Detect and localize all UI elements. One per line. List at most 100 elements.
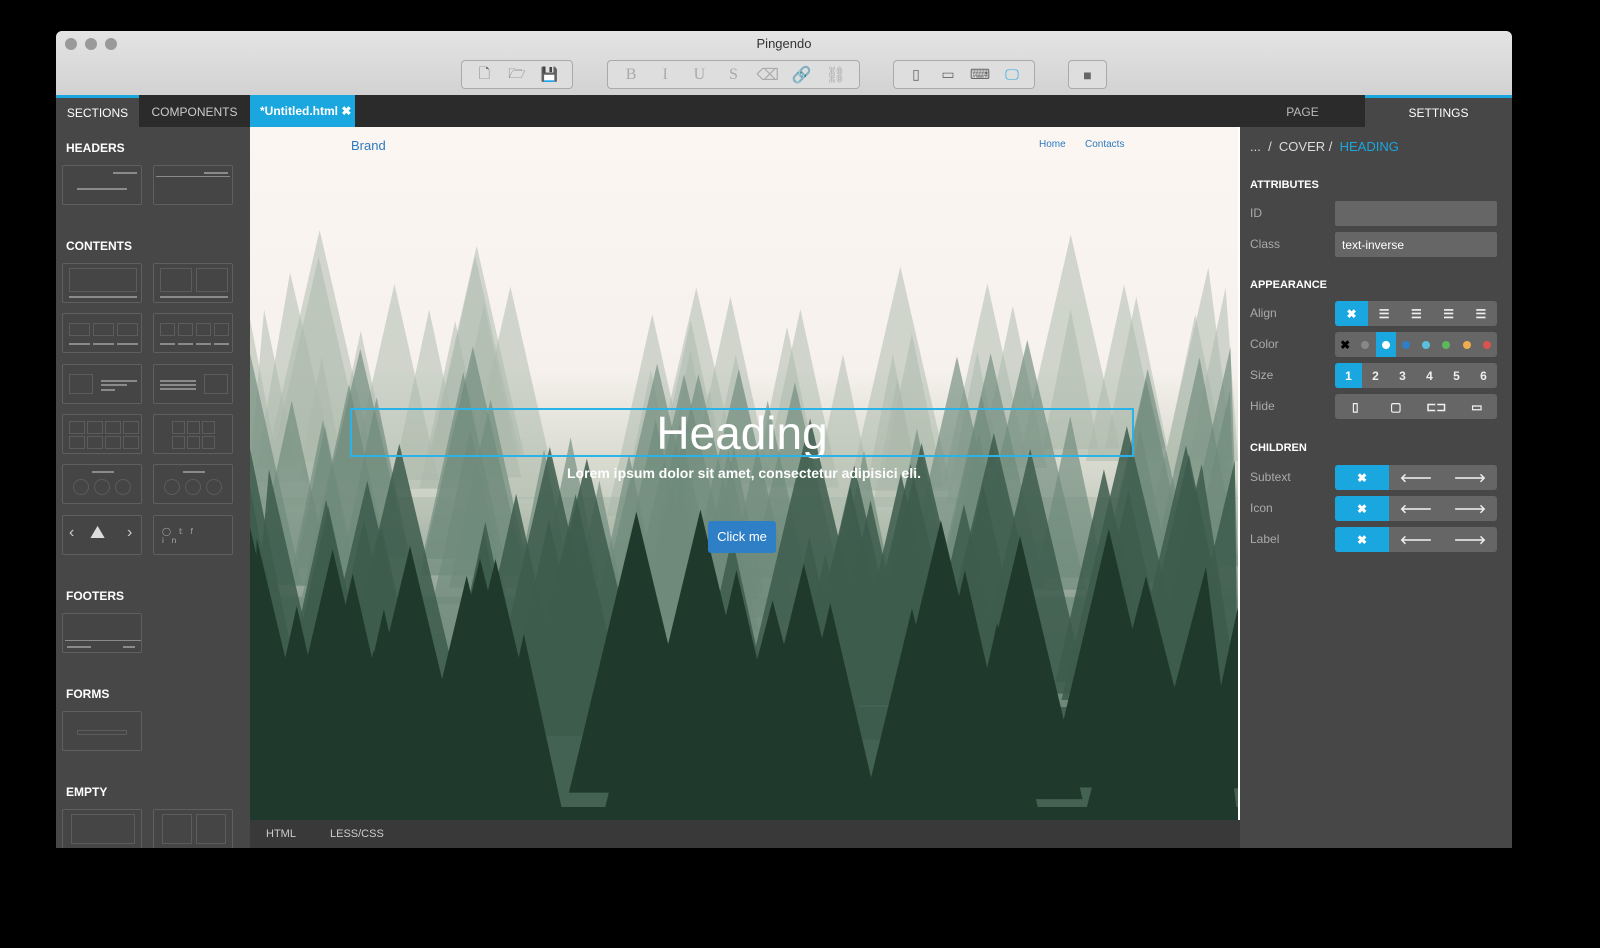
- section-template-thumbnail[interactable]: [153, 809, 233, 848]
- section-heading-footers: FOOTERS: [66, 589, 125, 603]
- hide-phone-icon[interactable]: ▯: [1335, 394, 1376, 419]
- move-right-icon-button[interactable]: 🡒: [1443, 496, 1497, 521]
- link-icon[interactable]: 🔗: [789, 64, 815, 86]
- section-template-thumbnail[interactable]: [62, 613, 142, 653]
- move-right-subtext-button[interactable]: 🡒: [1443, 465, 1497, 490]
- children-heading: CHILDREN: [1250, 442, 1307, 454]
- color-swatch-button[interactable]: [1457, 332, 1477, 357]
- navbar-brand[interactable]: Brand: [351, 138, 386, 153]
- align-none-button[interactable]: ✖: [1335, 301, 1368, 326]
- nav-link-home[interactable]: Home: [1039, 139, 1066, 150]
- class-input[interactable]: text-inverse: [1335, 232, 1497, 257]
- color-swatch-button[interactable]: [1416, 332, 1436, 357]
- section-template-thumbnail[interactable]: [153, 313, 233, 353]
- color-none-button[interactable]: ✖: [1335, 332, 1355, 357]
- move-right-label-button[interactable]: 🡒: [1443, 527, 1497, 552]
- file-tab-label: *Untitled.html: [260, 104, 338, 118]
- section-template-thumbnail[interactable]: [62, 313, 142, 353]
- size-6-button[interactable]: 6: [1470, 363, 1497, 388]
- color-swatch-button[interactable]: [1355, 332, 1375, 357]
- align-justify-button[interactable]: ☰: [1465, 301, 1497, 326]
- click-me-button[interactable]: Click me: [708, 521, 776, 553]
- file-tab[interactable]: *Untitled.html ✖: [250, 95, 355, 127]
- tab-sections[interactable]: SECTIONS: [56, 95, 139, 127]
- breadcrumb-cover[interactable]: COVER: [1279, 139, 1325, 154]
- section-template-thumbnail[interactable]: [62, 464, 142, 504]
- color-dot: [1381, 340, 1390, 349]
- size-3-button[interactable]: 3: [1389, 363, 1416, 388]
- align-control: ✖ ☰ ☰ ☰ ☰: [1335, 301, 1497, 326]
- section-template-thumbnail[interactable]: ‹ ⛰ ›: [62, 515, 142, 555]
- remove-label-button[interactable]: ✖: [1335, 527, 1389, 552]
- folder-icon[interactable]: ■: [1075, 64, 1100, 86]
- open-folder-icon[interactable]: 🗁: [504, 64, 530, 86]
- section-template-thumbnail[interactable]: [62, 263, 142, 303]
- folder-toolbar-group: ■: [1068, 60, 1107, 89]
- hide-desktop-icon[interactable]: ▭: [1457, 394, 1498, 419]
- section-template-thumbnail[interactable]: [153, 364, 233, 404]
- new-file-icon[interactable]: 🗋: [471, 64, 497, 86]
- italic-icon[interactable]: I: [652, 64, 678, 86]
- strikethrough-icon[interactable]: S: [720, 64, 746, 86]
- section-template-thumbnail[interactable]: ◯𝕥f in: [153, 515, 233, 555]
- size-2-button[interactable]: 2: [1362, 363, 1389, 388]
- tab-page[interactable]: PAGE: [1240, 95, 1365, 127]
- section-template-thumbnail[interactable]: [62, 809, 142, 848]
- title-bar: Pingendo 🗋 🗁 💾 B I U S ⌫ 🔗 ⛓ ▯ ▭ ⌨ 🖵 ■: [56, 31, 1512, 95]
- cover-subtext[interactable]: Lorem ipsum dolor sit amet, consectetur …: [250, 465, 1238, 481]
- close-tab-icon[interactable]: ✖: [341, 104, 351, 118]
- move-left-subtext-button[interactable]: 🡐: [1389, 465, 1443, 490]
- section-heading-forms: FORMS: [66, 687, 110, 701]
- color-dot: [1361, 340, 1370, 349]
- laptop-icon[interactable]: ⌨: [967, 64, 993, 86]
- hide-laptop-icon[interactable]: ⊏⊐: [1416, 394, 1457, 419]
- breadcrumb-root[interactable]: ...: [1250, 139, 1261, 154]
- nav-link-contacts[interactable]: Contacts: [1085, 139, 1124, 150]
- unlink-icon[interactable]: ⛓: [823, 64, 849, 86]
- section-template-thumbnail[interactable]: [153, 414, 233, 454]
- section-template-thumbnail[interactable]: [62, 414, 142, 454]
- save-icon[interactable]: 💾: [537, 64, 563, 86]
- size-1-button[interactable]: 1: [1335, 363, 1362, 388]
- align-left-button[interactable]: ☰: [1368, 301, 1400, 326]
- code-tab-bar: HTML LESS/CSS: [250, 820, 1240, 848]
- remove-icon-button[interactable]: ✖: [1335, 496, 1389, 521]
- move-left-icon-button[interactable]: 🡐: [1389, 496, 1443, 521]
- size-5-button[interactable]: 5: [1443, 363, 1470, 388]
- size-4-button[interactable]: 4: [1416, 363, 1443, 388]
- underline-icon[interactable]: U: [686, 64, 712, 86]
- phone-icon[interactable]: ▯: [903, 64, 929, 86]
- page-canvas[interactable]: Brand Home Contacts Heading Lorem ipsum …: [250, 127, 1238, 820]
- color-swatch-button[interactable]: [1477, 332, 1497, 357]
- eraser-icon[interactable]: ⌫: [755, 64, 781, 86]
- color-dot: [1422, 340, 1431, 349]
- remove-subtext-button[interactable]: ✖: [1335, 465, 1389, 490]
- section-template-thumbnail[interactable]: [153, 165, 233, 205]
- color-dot: [1401, 340, 1410, 349]
- section-template-thumbnail[interactable]: [153, 263, 233, 303]
- section-heading-empty: EMPTY: [66, 785, 108, 799]
- section-template-thumbnail[interactable]: [62, 711, 142, 751]
- color-swatch-button[interactable]: [1396, 332, 1416, 357]
- color-dot: [1462, 340, 1471, 349]
- tablet-icon[interactable]: ▭: [935, 64, 961, 86]
- desktop-icon[interactable]: 🖵: [999, 64, 1025, 86]
- id-label: ID: [1250, 206, 1262, 220]
- hide-tablet-icon[interactable]: ▢: [1376, 394, 1417, 419]
- section-template-thumbnail[interactable]: [153, 464, 233, 504]
- child-label-label: Label: [1250, 532, 1280, 546]
- breadcrumb-heading: HEADING: [1339, 139, 1399, 154]
- align-center-button[interactable]: ☰: [1400, 301, 1432, 326]
- tab-components[interactable]: COMPONENTS: [139, 95, 250, 127]
- id-input[interactable]: [1335, 201, 1497, 226]
- align-right-button[interactable]: ☰: [1433, 301, 1465, 326]
- tab-html[interactable]: HTML: [266, 828, 296, 840]
- move-left-label-button[interactable]: 🡐: [1389, 527, 1443, 552]
- tab-less-css[interactable]: LESS/CSS: [330, 828, 384, 840]
- section-template-thumbnail[interactable]: [62, 364, 142, 404]
- color-swatch-button[interactable]: [1436, 332, 1456, 357]
- tab-settings[interactable]: SETTINGS: [1365, 95, 1512, 127]
- section-template-thumbnail[interactable]: [62, 165, 142, 205]
- color-swatch-button[interactable]: [1375, 332, 1396, 357]
- bold-icon[interactable]: B: [618, 64, 644, 86]
